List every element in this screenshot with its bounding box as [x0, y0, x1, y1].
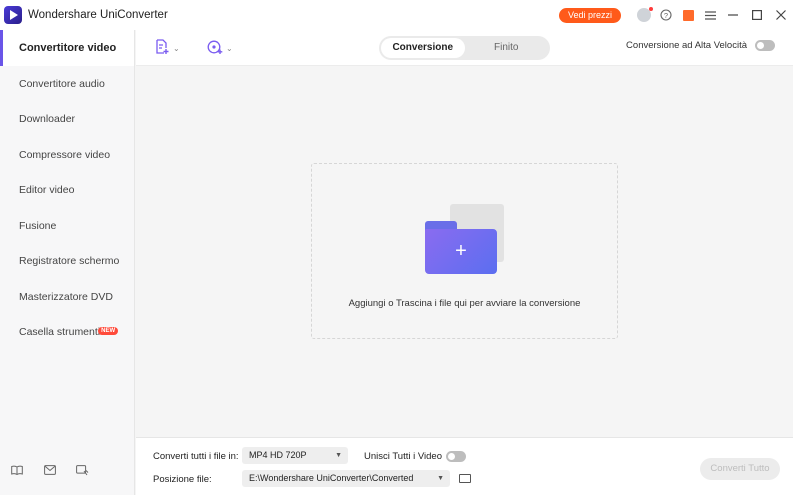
bottom-bar: Converti tutti i file in: MP4 HD 720P ▼ … — [136, 437, 793, 495]
toolbar: ⌄ ⌄ Conversione Finito Conversione ad Al… — [136, 30, 793, 66]
file-location-select[interactable]: E:\Wondershare UniConverter\Converted ▼ — [242, 470, 450, 487]
sidebar-item-label: Fusione — [19, 219, 57, 232]
mail-icon[interactable] — [33, 463, 66, 477]
sidebar-item-editor-video[interactable]: Editor video — [0, 173, 134, 209]
merge-toggle[interactable] — [446, 451, 466, 462]
svg-text:?: ? — [664, 11, 668, 20]
sidebar-item-registratore-schermo[interactable]: Registratore schermo — [0, 244, 134, 280]
view-tabs: Conversione Finito — [379, 36, 550, 60]
maximize-icon[interactable] — [745, 0, 769, 30]
drop-zone[interactable]: + Aggiungi o Trascina i file qui per avv… — [311, 163, 618, 339]
convert-all-button[interactable]: Converti Tutto — [700, 458, 780, 480]
convert-all-label: Converti tutti i file in: — [153, 451, 239, 462]
output-format-select[interactable]: MP4 HD 720P ▼ — [242, 447, 348, 464]
merge-label: Unisci Tutti i Video — [364, 451, 442, 462]
drop-zone-text: Aggiungi o Trascina i file qui per avvia… — [348, 298, 581, 309]
sidebar-item-fusione[interactable]: Fusione — [0, 208, 134, 244]
sidebar-item-label: Registratore schermo — [19, 255, 120, 268]
app-logo-icon — [4, 6, 22, 24]
sidebar: Convertitore video Convertitore audio Do… — [0, 30, 135, 495]
title-bar: Wondershare UniConverter Vedi prezzi ? — [0, 0, 793, 30]
menu-icon[interactable] — [699, 0, 721, 30]
sidebar-item-label: Editor video — [19, 184, 75, 197]
high-speed-label: Conversione ad Alta Velocità — [626, 40, 747, 51]
chevron-down-icon: ▼ — [437, 475, 444, 482]
pricing-button[interactable]: Vedi prezzi — [558, 7, 621, 23]
file-location-value: E:\Wondershare UniConverter\Converted — [249, 473, 414, 483]
add-file-icon — [155, 38, 170, 58]
app-title: Wondershare UniConverter — [28, 9, 168, 21]
tab-finito[interactable]: Finito — [465, 38, 549, 58]
sidebar-item-label: Convertitore audio — [19, 77, 105, 90]
main-panel: + Aggiungi o Trascina i file qui per avv… — [136, 67, 793, 437]
chevron-down-icon: ▼ — [335, 452, 342, 459]
plus-icon: + — [455, 240, 467, 262]
sidebar-item-label: Downloader — [19, 113, 76, 126]
sidebar-item-casella-strumenti[interactable]: Casella strumenti NEW — [0, 315, 134, 351]
add-media-icon — [207, 39, 223, 58]
minimize-icon[interactable] — [721, 0, 745, 30]
help-icon[interactable]: ? — [655, 0, 677, 30]
high-speed-setting: Conversione ad Alta Velocità — [626, 40, 775, 51]
sidebar-item-label: Casella strumenti — [19, 326, 101, 339]
chevron-down-icon: ⌄ — [226, 43, 233, 53]
book-icon[interactable] — [0, 463, 33, 477]
sidebar-item-convertitore-audio[interactable]: Convertitore audio — [0, 66, 134, 102]
sidebar-item-downloader[interactable]: Downloader — [0, 102, 134, 138]
user-icon[interactable] — [633, 0, 655, 30]
sidebar-item-label: Compressore video — [19, 148, 111, 161]
add-file-button[interactable]: ⌄ — [155, 38, 180, 58]
chevron-down-icon: ⌄ — [173, 43, 180, 53]
sidebar-item-convertitore-video[interactable]: Convertitore video — [0, 30, 134, 66]
sidebar-footer — [0, 463, 99, 477]
new-badge: NEW — [98, 327, 119, 336]
sidebar-item-masterizzatore-dvd[interactable]: Masterizzatore DVD — [0, 279, 134, 315]
open-folder-icon[interactable] — [459, 474, 471, 483]
close-icon[interactable] — [769, 0, 793, 30]
gift-icon[interactable] — [677, 0, 699, 30]
file-location-label: Posizione file: — [153, 474, 212, 485]
sidebar-item-compressore-video[interactable]: Compressore video — [0, 137, 134, 173]
sidebar-item-label: Masterizzatore DVD — [19, 290, 113, 303]
output-format-value: MP4 HD 720P — [249, 450, 307, 460]
high-speed-toggle[interactable] — [755, 40, 775, 51]
add-media-button[interactable]: ⌄ — [207, 39, 233, 57]
add-folder-icon[interactable]: + — [425, 229, 497, 274]
sidebar-item-label: Convertitore video — [19, 42, 117, 54]
titlebar-controls: Vedi prezzi ? — [558, 0, 793, 30]
feedback-icon[interactable] — [66, 463, 99, 477]
tab-conversione[interactable]: Conversione — [381, 38, 465, 58]
